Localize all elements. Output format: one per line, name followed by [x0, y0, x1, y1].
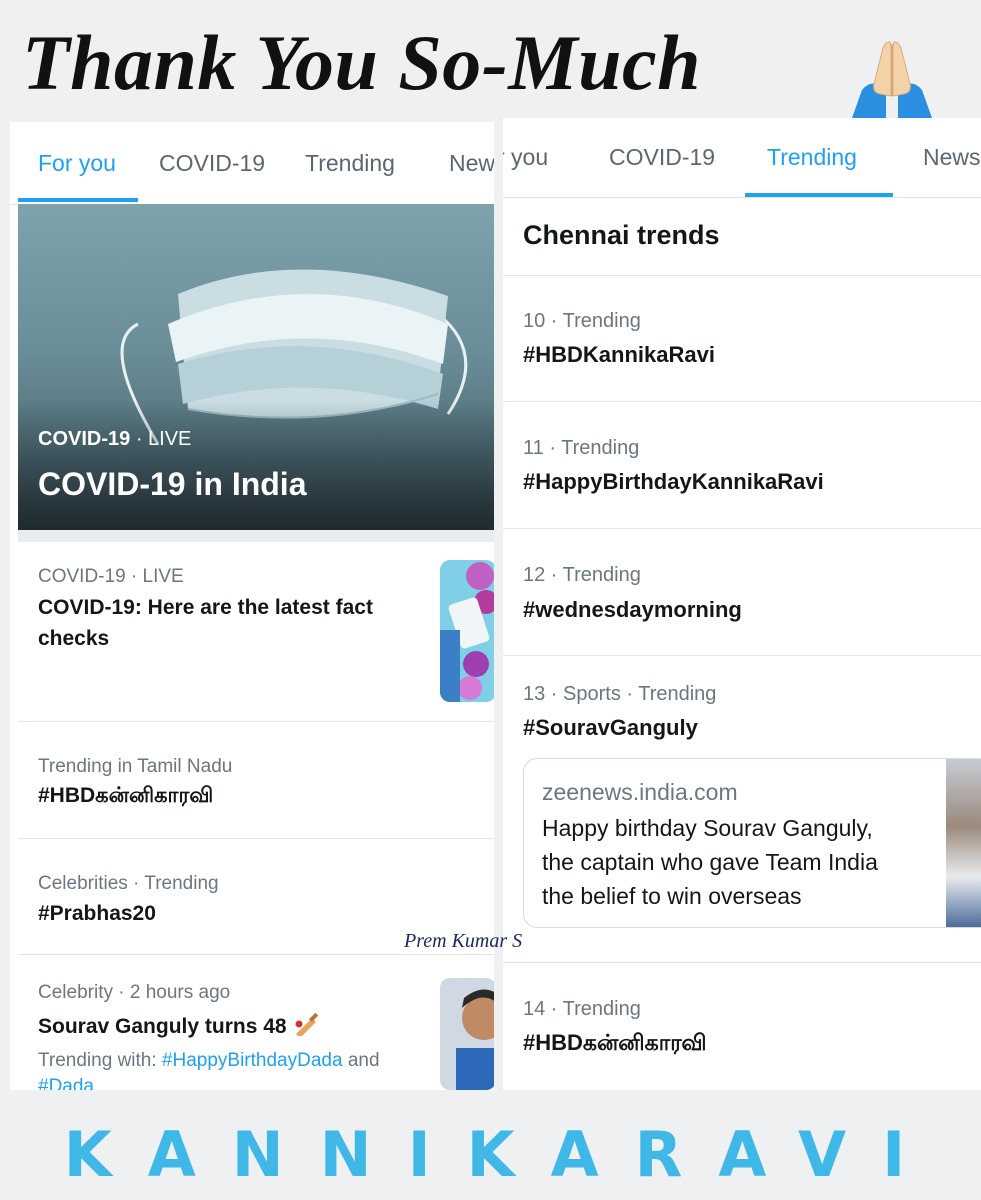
- right-tab-bar: r you COVID-19 Trending News: [503, 118, 981, 198]
- item-meta: Celebrity · 2 hours ago: [38, 982, 231, 1003]
- section-title: Chennai trends: [523, 220, 720, 250]
- tab-for-you[interactable]: For you: [38, 150, 116, 177]
- signature: Prem Kumar S: [404, 930, 523, 952]
- right-panel: r you COVID-19 Trending News Chennai tre…: [503, 118, 981, 1090]
- card-text-line: the belief to win overseas: [542, 883, 802, 909]
- hero-category: COVID-19: [38, 428, 131, 450]
- cricket-bat-icon: [295, 1012, 319, 1038]
- tab-trending[interactable]: Trending: [767, 144, 857, 171]
- hero-shade: [18, 400, 494, 530]
- header-title: Thank You So-Much: [22, 19, 701, 106]
- item-title-line: COVID-19: Here are the latest fact: [38, 596, 373, 619]
- hero-meta: COVID-19 · LIVE: [38, 428, 191, 451]
- row-divider: [503, 275, 981, 276]
- hero-title: COVID-19 in India: [38, 466, 307, 502]
- active-tab-indicator: [18, 198, 138, 202]
- trend-meta: 12 · Trending: [523, 564, 641, 586]
- trending-with-and: and: [347, 1050, 380, 1071]
- tab-trending[interactable]: Trending: [305, 150, 395, 177]
- hero-status: · LIVE: [135, 428, 192, 450]
- item-meta: Trending in Tamil Nadu: [38, 756, 233, 777]
- tab-for-you[interactable]: r you: [503, 144, 548, 171]
- item-meta: COVID-19 · LIVE: [38, 566, 184, 587]
- sourav-ganguly-thumbnail: [440, 978, 494, 1090]
- tab-news[interactable]: New: [449, 150, 494, 177]
- folded-hands-icon: [852, 41, 932, 118]
- covid-test-thumbnail: [440, 560, 494, 702]
- tab-covid-19[interactable]: COVID-19: [609, 144, 715, 171]
- row-divider: [503, 528, 981, 529]
- covid-hero-card[interactable]: COVID-19 · LIVE COVID-19 in India: [18, 204, 494, 530]
- trending-with-label: Trending with:: [38, 1050, 157, 1071]
- row-divider: [503, 401, 981, 402]
- row-divider: [18, 721, 494, 722]
- trend-tag: #SouravGanguly: [523, 715, 698, 740]
- tab-news[interactable]: News: [923, 144, 981, 171]
- trending-with: Trending with: #HappyBirthdayDada and: [38, 1050, 380, 1072]
- row-divider: [18, 954, 494, 955]
- trend-meta: 14 · Trending: [523, 998, 641, 1020]
- news-link-card[interactable]: zeenews.india.com Happy birthday Sourav …: [523, 758, 981, 928]
- item-title: Sourav Ganguly turns 48: [38, 1012, 320, 1039]
- item-meta: Celebrities · Trending: [38, 873, 219, 894]
- trend-meta: 13 · Sports · Trending: [523, 683, 717, 705]
- trend-tag: #wednesdaymorning: [523, 597, 742, 622]
- trend-tag: #HBDகன்னிகாரவி: [523, 1030, 707, 1055]
- divider: [18, 530, 494, 542]
- hashtag-link[interactable]: #Dada: [38, 1076, 94, 1090]
- left-tab-bar: For you COVID-19 Trending New: [10, 122, 494, 205]
- trend-tag: #HappyBirthdayKannikaRavi: [523, 469, 824, 494]
- hashtag-link[interactable]: #HappyBirthdayDada: [162, 1050, 343, 1071]
- row-divider: [503, 655, 981, 656]
- row-divider: [18, 838, 494, 839]
- item-title: #Prabhas20: [38, 902, 156, 925]
- active-tab-indicator: [745, 193, 893, 197]
- item-title-text: Sourav Ganguly turns 48: [38, 1015, 287, 1038]
- card-thumbnail: [946, 759, 981, 927]
- card-text-line: the captain who gave Team India: [542, 849, 878, 875]
- tab-covid-19[interactable]: COVID-19: [159, 150, 265, 177]
- card-text-line: Happy birthday Sourav Ganguly,: [542, 815, 873, 841]
- card-domain: zeenews.india.com: [542, 779, 738, 805]
- item-title: #HBDகன்னிகாரவி: [38, 784, 214, 807]
- row-divider: [503, 962, 981, 963]
- trend-meta: 11 · Trending: [523, 437, 640, 459]
- footer-name: KANNIKARAVI: [63, 1118, 942, 1191]
- item-title-line: checks: [38, 627, 110, 650]
- trend-meta: 10 · Trending: [523, 310, 641, 332]
- trend-tag: #HBDKannikaRavi: [523, 342, 715, 367]
